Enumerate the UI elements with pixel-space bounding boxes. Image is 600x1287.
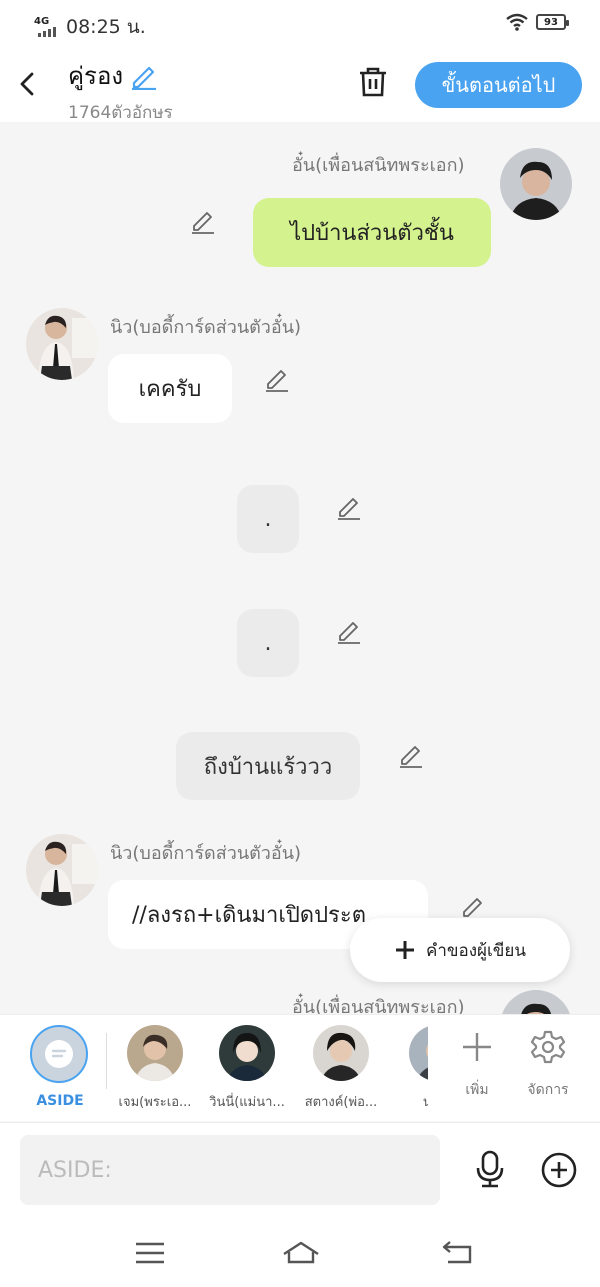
avatar	[313, 1025, 369, 1081]
narration-bubble[interactable]: .	[237, 609, 299, 677]
speaker-name: อั๋น(เพื่อนสนิทพระเอก)	[292, 155, 465, 176]
manage-characters-button[interactable]: จัดการ	[518, 1029, 578, 1101]
character-name: เจม(พระเอ...	[118, 1095, 192, 1110]
speaker-name: นิว(บอดี้การ์ดส่วนตัวอั๋น)	[110, 317, 302, 338]
avatar	[127, 1025, 183, 1081]
character-item[interactable]: วินนี่(แม่นา...	[202, 1025, 292, 1112]
chat-bubble-icon	[45, 1040, 73, 1068]
page-title: คู่รอง	[68, 62, 124, 90]
clock: 08:25 น.	[66, 16, 146, 38]
character-list: เจม(พระเอ... วินนี่(แม่นา... สตางค์(พ่อ.…	[110, 1025, 428, 1115]
trash-icon	[360, 67, 386, 97]
home-icon	[283, 1241, 319, 1264]
battery-indicator: 93	[536, 14, 569, 30]
avatar[interactable]	[500, 990, 572, 1014]
edit-icon[interactable]	[460, 894, 486, 920]
aside-label: ASIDE	[36, 1093, 84, 1109]
input-row	[0, 1122, 600, 1222]
microphone-icon	[476, 1150, 504, 1188]
home-nav-button[interactable]	[281, 1238, 321, 1268]
speaker-name: อั๋น(เพื่อนสนิทพระเอก)	[292, 997, 465, 1014]
character-item[interactable]: เจม(พระเอ...	[110, 1025, 200, 1112]
character-name: วินนี่(แม่นา...	[209, 1095, 285, 1110]
edit-title-icon[interactable]	[129, 62, 159, 90]
author-note-label: คำของผู้เขียน	[425, 940, 527, 961]
edit-icon[interactable]	[336, 494, 362, 520]
character-item[interactable]: สตางค์(พ่อ...	[296, 1025, 386, 1112]
gear-icon	[530, 1030, 566, 1064]
add-label: เพิ่ม	[465, 1082, 489, 1098]
back-nav-button[interactable]	[440, 1238, 476, 1268]
plus-circle-icon	[541, 1152, 577, 1188]
delete-button[interactable]	[356, 64, 390, 100]
speaker-name: นิว(บอดี้การ์ดส่วนตัวอั๋น)	[110, 843, 302, 864]
edit-icon[interactable]	[190, 208, 216, 234]
status-bar: 4G 08:25 น. 93	[0, 0, 600, 46]
wifi-icon	[506, 13, 528, 31]
author-note-button[interactable]: คำของผู้เขียน	[350, 918, 570, 982]
manage-label: จัดการ	[527, 1082, 569, 1098]
menu-nav-button[interactable]	[132, 1238, 168, 1268]
message-input[interactable]	[20, 1135, 440, 1205]
avatar[interactable]	[500, 148, 572, 220]
character-name: สตางค์(พ่อ...	[304, 1095, 378, 1110]
voice-button[interactable]	[470, 1149, 510, 1189]
avatar[interactable]	[26, 834, 98, 906]
chat-area: อั๋น(เพื่อนสนิทพระเอก) ไปบ้านส่วนตัวชั้น…	[0, 122, 600, 1014]
narration-bubble[interactable]: .	[237, 485, 299, 553]
message-bubble[interactable]: ไปบ้านส่วนตัวชั้น	[253, 198, 491, 267]
edit-icon[interactable]	[398, 742, 424, 768]
character-name: นายเ	[422, 1095, 428, 1110]
next-step-button[interactable]: ขั้นตอนต่อไป	[415, 62, 582, 108]
add-attachment-button[interactable]	[540, 1151, 578, 1189]
signal-icon: 4G	[34, 17, 60, 37]
character-bar: ASIDE เจม(พระเอ... วินนี่(แม่นา... สตางค…	[0, 1014, 600, 1121]
chevron-left-icon	[20, 72, 34, 96]
avatar	[219, 1025, 275, 1081]
aside-character[interactable]: ASIDE	[30, 1025, 90, 1109]
back-arrow-icon	[442, 1241, 472, 1264]
message-bubble[interactable]: เคครับ	[108, 354, 232, 423]
edit-icon[interactable]	[336, 618, 362, 644]
divider	[106, 1033, 107, 1089]
narration-bubble[interactable]: ถึงบ้านแร้ววว	[176, 732, 360, 800]
menu-icon	[136, 1242, 164, 1264]
add-character-button[interactable]: เพิ่ม	[447, 1029, 507, 1101]
avatar	[409, 1025, 428, 1081]
avatar[interactable]	[26, 308, 98, 380]
header: คู่รอง 1764ตัวอักษร ขั้นตอนต่อไป	[0, 46, 600, 123]
back-button[interactable]	[14, 66, 42, 102]
plus-icon	[463, 1033, 491, 1061]
plus-icon	[395, 941, 414, 959]
edit-icon[interactable]	[264, 366, 290, 392]
character-item[interactable]: นายเ	[392, 1025, 428, 1112]
system-nav-bar	[0, 1222, 600, 1287]
